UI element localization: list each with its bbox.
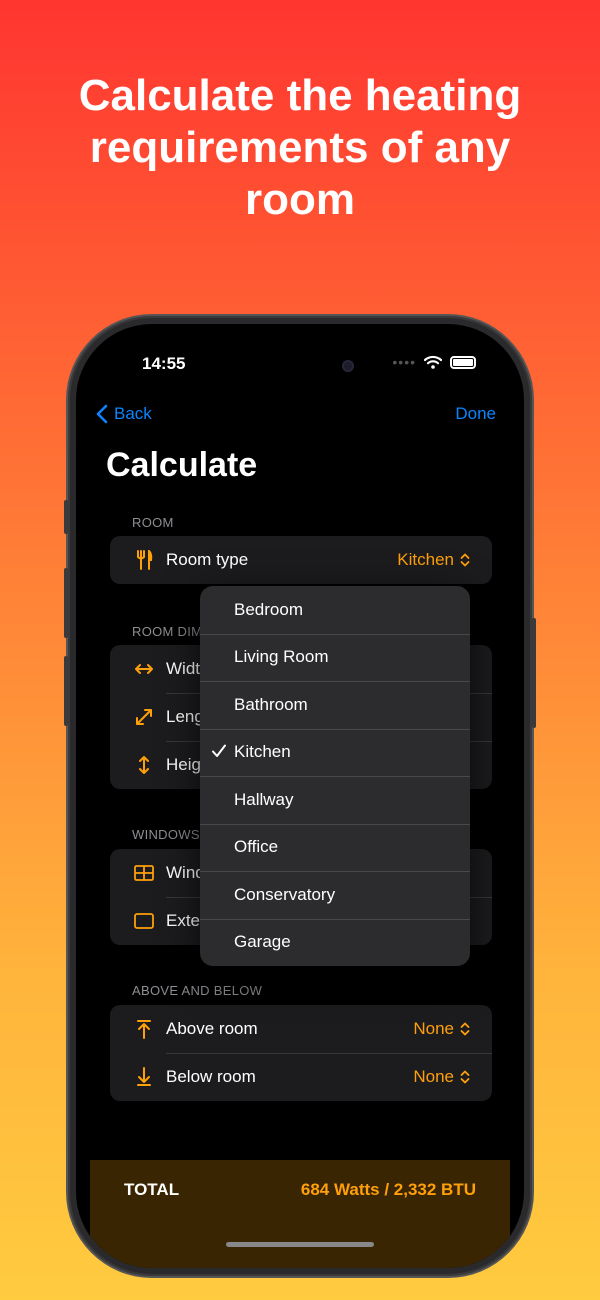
section-header-dimensions: ROOM DIM xyxy=(132,624,203,639)
power-button xyxy=(532,618,536,728)
signal-dots-icon: •••• xyxy=(392,354,416,370)
room-type-value[interactable]: Kitchen xyxy=(397,550,470,570)
done-button[interactable]: Done xyxy=(455,404,496,424)
above-room-value[interactable]: None xyxy=(413,1019,470,1039)
battery-icon xyxy=(450,355,476,369)
above-below-group: Above room None Below room None xyxy=(110,1005,492,1101)
menu-item-kitchen[interactable]: Kitchen xyxy=(200,728,470,777)
room-type-value-text: Kitchen xyxy=(397,550,454,569)
horizontal-arrows-icon xyxy=(132,662,156,676)
chevron-up-down-icon xyxy=(460,1070,470,1084)
menu-item-office[interactable]: Office xyxy=(200,823,470,872)
section-header-above-below: ABOVE AND BELOW xyxy=(132,983,263,998)
windows-label: Wind xyxy=(166,863,205,882)
diagonal-arrows-icon xyxy=(132,708,156,726)
menu-item-bedroom[interactable]: Bedroom xyxy=(200,586,470,634)
total-label: TOTAL xyxy=(124,1180,180,1199)
rectangle-icon xyxy=(132,913,156,929)
arrow-up-to-line-icon xyxy=(132,1019,156,1039)
window-icon xyxy=(132,865,156,881)
menu-item-label: Office xyxy=(234,837,279,857)
menu-item-label: Living Room xyxy=(234,647,329,667)
menu-item-label: Garage xyxy=(234,932,291,952)
volume-up-button xyxy=(64,568,68,638)
phone-screen: 14:55 •••• Back Done Calculate ROOM Room… xyxy=(76,324,524,1268)
room-type-dropdown: Bedroom Living Room Bathroom Kitchen Hal… xyxy=(200,586,470,966)
above-room-value-text: None xyxy=(413,1019,454,1038)
fork-knife-icon xyxy=(132,550,156,570)
room-type-row[interactable]: Room type Kitchen xyxy=(110,536,492,584)
menu-item-conservatory[interactable]: Conservatory xyxy=(200,871,470,919)
menu-item-label: Conservatory xyxy=(234,884,336,904)
chevron-left-icon xyxy=(96,404,108,424)
checkmark-icon xyxy=(212,744,226,757)
menu-item-label: Bedroom xyxy=(234,599,303,619)
arrow-down-to-line-icon xyxy=(132,1067,156,1087)
total-footer: TOTAL 684 Watts / 2,332 BTU xyxy=(90,1160,510,1268)
chevron-up-down-icon xyxy=(460,1022,470,1036)
volume-down-button xyxy=(64,656,68,726)
menu-item-hallway[interactable]: Hallway xyxy=(200,776,470,824)
menu-item-label: Hallway xyxy=(234,789,294,809)
wifi-icon xyxy=(424,355,442,369)
section-header-room: ROOM xyxy=(132,515,174,530)
below-room-label: Below room xyxy=(166,1067,256,1086)
menu-item-living-room[interactable]: Living Room xyxy=(200,633,470,682)
vertical-arrows-icon xyxy=(132,755,156,775)
above-room-row[interactable]: Above room None xyxy=(110,1005,492,1053)
below-room-value-text: None xyxy=(413,1067,454,1086)
room-type-label: Room type xyxy=(166,550,249,569)
length-label: Leng xyxy=(166,707,204,726)
height-label: Heig xyxy=(166,755,201,774)
menu-item-label: Kitchen xyxy=(234,742,291,762)
status-time: 14:55 xyxy=(142,354,186,373)
marketing-headline: Calculate the heating requirements of an… xyxy=(78,71,522,224)
menu-item-bathroom[interactable]: Bathroom xyxy=(200,681,470,729)
room-group: Room type Kitchen xyxy=(110,536,492,584)
section-header-windows: WINDOWS xyxy=(132,827,200,842)
menu-item-label: Bathroom xyxy=(234,694,308,714)
width-label: Widt xyxy=(166,659,200,678)
front-camera xyxy=(342,360,354,372)
below-room-value[interactable]: None xyxy=(413,1067,470,1087)
back-button[interactable]: Back xyxy=(96,404,152,424)
chevron-up-down-icon xyxy=(460,553,470,567)
navigation-bar: Back Done xyxy=(76,404,524,428)
back-label: Back xyxy=(114,404,152,423)
external-walls-label: Exte xyxy=(166,911,201,930)
page-title: Calculate xyxy=(106,446,258,484)
action-button xyxy=(64,500,68,534)
status-icons: •••• xyxy=(392,354,476,370)
menu-item-garage[interactable]: Garage xyxy=(200,918,470,967)
below-room-row[interactable]: Below room None xyxy=(110,1053,492,1101)
home-indicator[interactable] xyxy=(226,1242,374,1247)
total-value: 684 Watts / 2,332 BTU xyxy=(300,1180,476,1199)
above-room-label: Above room xyxy=(166,1019,258,1038)
